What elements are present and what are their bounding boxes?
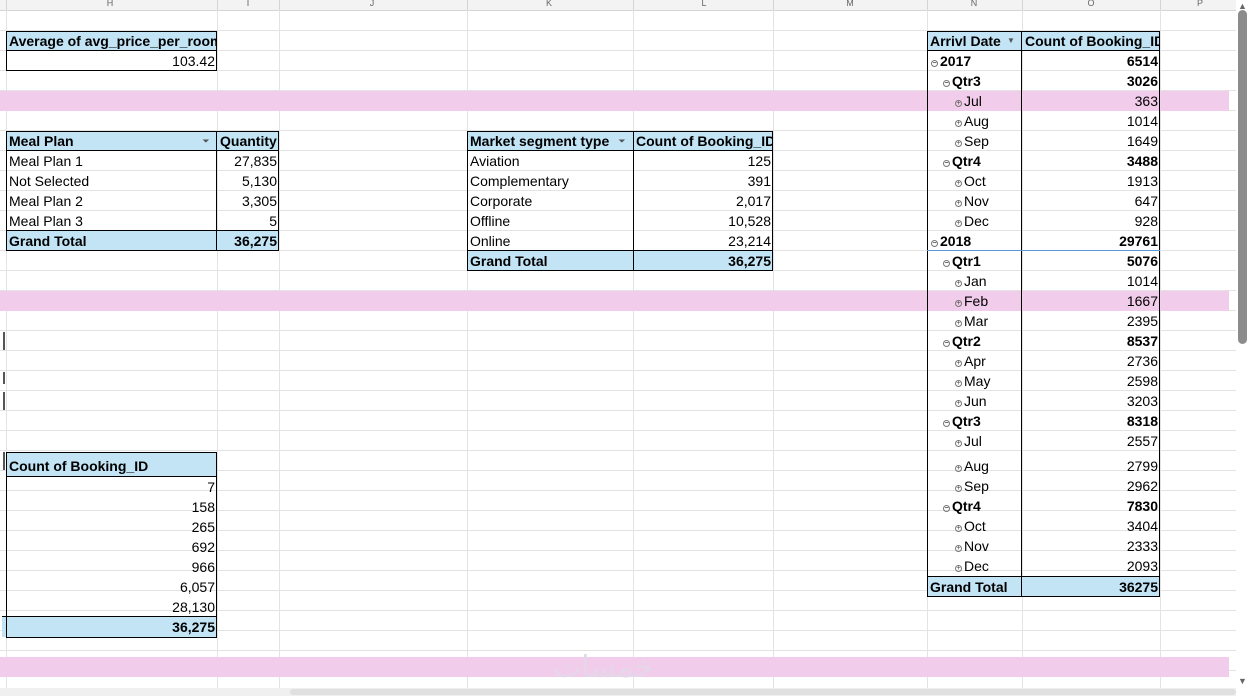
scroll-down-arrow-icon[interactable]: ▼	[1238, 676, 1247, 686]
count-pivot-total-divider	[2, 616, 217, 617]
column-header-L[interactable]: L	[694, 0, 714, 10]
date-pivot-col-divider	[1021, 31, 1022, 597]
column-header-H[interactable]: H	[100, 0, 120, 10]
column-header-I[interactable]: I	[238, 0, 258, 10]
market-pivot-total-divider	[467, 250, 773, 251]
meal-pivot-total-divider	[6, 230, 279, 231]
watermark: خمسات	[553, 650, 654, 685]
column-header-J[interactable]: J	[362, 0, 382, 10]
market-pivot-header-divider	[467, 150, 773, 151]
column-header-separator[interactable]	[279, 0, 280, 10]
column-header-separator[interactable]	[927, 0, 928, 10]
count-pivot-header-divider	[6, 476, 217, 477]
avg-pivot-border	[6, 31, 217, 71]
column-header-P[interactable]: P	[1190, 0, 1210, 10]
column-header-K[interactable]: K	[539, 0, 559, 10]
row-edge-mark	[3, 332, 5, 350]
meal-pivot-col-divider	[216, 131, 217, 251]
date-pivot-border	[927, 31, 1160, 597]
column-header-M[interactable]: M	[840, 0, 860, 10]
avg-pivot-divider	[6, 50, 217, 51]
gridline-vertical	[217, 10, 218, 688]
gridline-vertical	[279, 10, 280, 688]
column-header-O[interactable]: O	[1081, 0, 1101, 10]
column-header-separator[interactable]	[1160, 0, 1161, 10]
column-header-separator[interactable]	[6, 0, 7, 10]
gridline-vertical	[773, 10, 774, 688]
column-header-separator[interactable]	[633, 0, 634, 10]
gridline-vertical	[467, 10, 468, 688]
date-pivot-header-divider	[927, 50, 1160, 51]
year-2018-divider	[927, 250, 1160, 251]
count-pivot-border	[6, 452, 217, 638]
column-header-separator[interactable]	[773, 0, 774, 10]
row-edge-mark	[3, 372, 5, 384]
meal-pivot-header-divider	[6, 150, 279, 151]
date-pivot-total-divider	[927, 576, 1160, 577]
column-header-N[interactable]: N	[964, 0, 984, 10]
spreadsheet-grid[interactable]: HIJKLMNOP Average of avg_price_per_room 1…	[0, 0, 1236, 688]
column-header-separator[interactable]	[217, 0, 218, 10]
column-header-row: H I J K L M N O P	[0, 0, 1236, 11]
horizontal-scroll-thumb[interactable]	[290, 689, 1236, 695]
gridline-vertical	[1160, 10, 1161, 688]
meal-pivot-border	[6, 131, 279, 251]
row-edge-mark	[3, 452, 5, 470]
column-header-separator[interactable]	[1022, 0, 1023, 10]
gridline-vertical	[633, 10, 634, 688]
column-header-separator[interactable]	[467, 0, 468, 10]
vertical-scroll-thumb[interactable]	[1238, 10, 1247, 344]
row-edge-mark	[3, 392, 5, 410]
